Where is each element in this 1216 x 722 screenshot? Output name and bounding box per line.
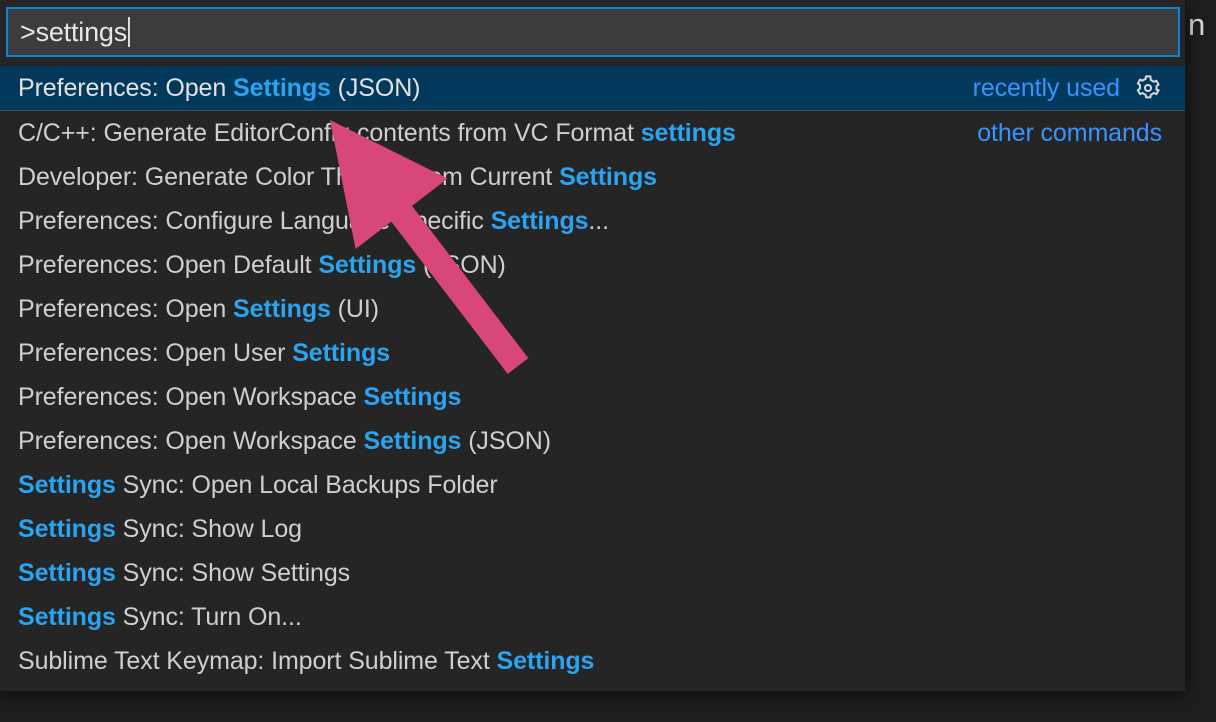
command-row[interactable]: Preferences: Open Workspace Settings [0, 375, 1186, 419]
command-match-highlight: Settings [497, 647, 595, 675]
command-match-highlight: Settings [18, 471, 116, 499]
command-row[interactable]: Preferences: Open Default Settings (JSON… [0, 243, 1186, 287]
command-row[interactable]: Preferences: Open Settings (UI) [0, 287, 1186, 331]
command-text: ... [588, 207, 609, 235]
command-text: Preferences: Configure Language Specific [18, 207, 491, 235]
command-row-label: Settings Sync: Open Local Backups Folder [18, 473, 498, 498]
command-text: Sync: Show Log [116, 515, 302, 543]
command-row[interactable]: Sublime Text Keymap: Import Sublime Text… [0, 639, 1186, 683]
command-text: (JSON) [461, 427, 551, 455]
command-match-highlight: Settings [559, 163, 657, 191]
command-palette: >settings Preferences: Open Settings (JS… [0, 0, 1186, 692]
command-text: Preferences: Open [18, 295, 233, 323]
command-match-highlight: Settings [491, 207, 589, 235]
command-palette-input-value[interactable]: >settings [20, 19, 127, 46]
command-row[interactable]: Preferences: Configure Language Specific… [0, 199, 1186, 243]
command-text: Sublime Text Keymap: Import Sublime Text [18, 647, 497, 675]
command-row-label: Developer: Generate Color Theme From Cur… [18, 165, 657, 190]
command-match-highlight: Settings [18, 559, 116, 587]
command-row[interactable]: Settings Sync: Turn On... [0, 595, 1186, 639]
command-text: Developer: Generate Color Theme From Cur… [18, 163, 559, 191]
command-palette-footer [0, 684, 1186, 692]
command-match-highlight: Settings [318, 251, 416, 279]
command-text: Preferences: Open User [18, 339, 292, 367]
command-match-highlight: Settings [18, 515, 116, 543]
command-row-label: Preferences: Open Settings (JSON) [18, 76, 420, 101]
command-row[interactable]: Settings Sync: Show Log [0, 507, 1186, 551]
command-results-list[interactable]: Preferences: Open Settings (JSON) recentl… [0, 66, 1186, 684]
command-match-highlight: Settings [364, 427, 462, 455]
text-caret [128, 17, 130, 47]
command-row-selected[interactable]: Preferences: Open Settings (JSON) recentl… [0, 66, 1186, 111]
command-match-highlight: Settings [233, 74, 331, 102]
command-text: Sync: Turn On... [116, 603, 302, 631]
command-group-label: other commands [977, 121, 1162, 146]
command-row-label: Sublime Text Keymap: Import Sublime Text… [18, 649, 594, 674]
command-row[interactable]: Preferences: Open Workspace Settings (JS… [0, 419, 1186, 463]
command-row[interactable]: C/C++: Generate EditorConfig contents fr… [0, 111, 1186, 155]
command-group-label: recently used [973, 76, 1120, 101]
command-row-label: Preferences: Configure Language Specific… [18, 209, 609, 234]
command-text: Preferences: Open Workspace [18, 427, 364, 455]
command-row[interactable]: Developer: Generate Color Theme From Cur… [0, 155, 1186, 199]
command-row-meta: recently used [973, 74, 1162, 102]
command-row-label: Preferences: Open Workspace Settings (JS… [18, 429, 551, 454]
command-palette-body: >settings Preferences: Open Settings (JS… [0, 0, 1186, 692]
configure-keybinding-gear-icon[interactable] [1134, 74, 1162, 102]
command-text: Preferences: Open [18, 74, 233, 102]
command-text: Sync: Open Local Backups Folder [116, 471, 498, 499]
command-row-label: Preferences: Open User Settings [18, 341, 390, 366]
command-match-highlight: Settings [292, 339, 390, 367]
editor-visible-glyph: n [1187, 12, 1206, 43]
command-text: C/C++: Generate EditorConfig contents fr… [18, 119, 641, 147]
command-row-label: Preferences: Open Settings (UI) [18, 297, 379, 322]
command-match-highlight: settings [641, 119, 736, 147]
command-match-highlight: Settings [364, 383, 462, 411]
command-row-meta: other commands [977, 121, 1162, 146]
command-text: (JSON) [331, 74, 421, 102]
command-row[interactable]: Settings Sync: Open Local Backups Folder [0, 463, 1186, 507]
command-row[interactable]: Preferences: Open User Settings [0, 331, 1186, 375]
command-row[interactable]: Settings Sync: Show Settings [0, 551, 1186, 595]
command-row-label: C/C++: Generate EditorConfig contents fr… [18, 121, 736, 146]
command-match-highlight: Settings [18, 603, 116, 631]
command-match-highlight: Settings [233, 295, 331, 323]
command-text: Sync: Show Settings [116, 559, 350, 587]
command-row-label: Settings Sync: Turn On... [18, 605, 302, 630]
command-palette-input-wrapper[interactable]: >settings [6, 7, 1180, 57]
command-row-label: Preferences: Open Default Settings (JSON… [18, 253, 506, 278]
command-text: (JSON) [416, 251, 506, 279]
command-row-label: Preferences: Open Workspace Settings [18, 385, 461, 410]
command-row-label: Settings Sync: Show Settings [18, 561, 350, 586]
command-text: Preferences: Open Workspace [18, 383, 364, 411]
command-text: (UI) [331, 295, 379, 323]
command-text: Preferences: Open Default [18, 251, 318, 279]
command-row-label: Settings Sync: Show Log [18, 517, 302, 542]
screen: n >settings Preferences: Open Settings (… [0, 0, 1216, 722]
